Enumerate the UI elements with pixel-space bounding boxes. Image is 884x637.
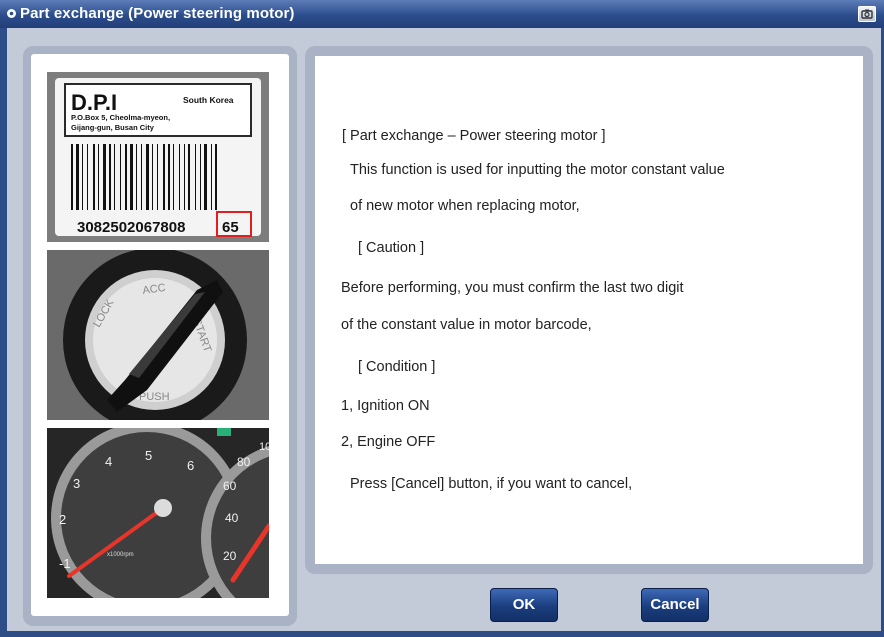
message-line: of the constant value in motor barcode, — [341, 317, 592, 333]
ignition-switch-photo: LOCK ACC START PUSH — [47, 250, 269, 420]
tacho-tick: 3 — [73, 476, 80, 491]
message-box: [ Part exchange – Power steering motor ]… — [315, 56, 863, 564]
speedo-tick: 40 — [225, 511, 239, 525]
barcode-bar — [141, 144, 142, 210]
barcode-bar — [163, 144, 165, 210]
barcode-bar — [93, 144, 95, 210]
barcode-bar — [103, 144, 106, 210]
barcode-bar — [146, 144, 149, 210]
tacho-unit: x1000rpm — [107, 552, 134, 558]
barcode-bar — [120, 144, 121, 210]
barcode-bar — [173, 144, 174, 210]
barcode-bar — [204, 144, 207, 210]
speedo-tick: 20 — [223, 549, 237, 563]
barcode-bar — [157, 144, 158, 210]
barcode-bar — [125, 144, 127, 210]
barcode-bar — [82, 144, 83, 210]
condition-item: 2, Engine OFF — [341, 434, 436, 450]
message-line: Before performing, you must confirm the … — [341, 280, 684, 296]
barcode-bar — [87, 144, 88, 210]
part-exchange-dialog: Part exchange (Power steering motor) D.P… — [0, 0, 884, 637]
dialog-body: D.P.I South Korea P.O.Box 5, Cheolma-mye… — [7, 28, 881, 631]
barcode-bar — [130, 144, 133, 210]
barcode-bar — [168, 144, 170, 210]
tacho-tick: -1 — [59, 556, 71, 571]
caution-heading: [ Caution ] — [358, 240, 425, 256]
tacho-tick: 2 — [59, 512, 66, 527]
barcode-bar — [195, 144, 196, 210]
barcode-bar — [98, 144, 99, 210]
barcode-bar — [109, 144, 111, 210]
tacho-tick: 4 — [105, 454, 112, 469]
instrument-cluster-image: -1 2 3 4 5 6 x1000rpm 20 40 60 80 100 — [47, 428, 269, 598]
speedo-tick: 80 — [237, 455, 251, 469]
gear-icon — [7, 9, 16, 18]
window-title: Part exchange (Power steering motor) — [20, 5, 295, 22]
ok-button[interactable]: OK — [490, 588, 558, 622]
barcode-bar — [211, 144, 212, 210]
ignition-push-text: PUSH — [139, 391, 170, 403]
condition-heading: [ Condition ] — [358, 359, 436, 375]
barcode-bar — [179, 144, 180, 210]
tacho-tick: 5 — [145, 448, 152, 463]
condition-item: 1, Ignition ON — [341, 398, 430, 414]
barcode-bar — [76, 144, 79, 210]
barcode-bar — [215, 144, 217, 210]
barcode-number: 3082502067808 — [77, 219, 185, 236]
barcode-bar — [188, 144, 190, 210]
label-country: South Korea — [183, 95, 234, 105]
barcode-label-photo: D.P.I South Korea P.O.Box 5, Cheolma-mye… — [47, 72, 269, 242]
speedo-tick: 100 — [259, 441, 269, 453]
message-line: of new motor when replacing motor, — [350, 198, 580, 214]
camera-icon — [861, 9, 873, 19]
barcode-number-highlight: 65 — [222, 219, 239, 236]
tacho-tick: 6 — [187, 458, 194, 473]
label-address-2: Gijang-gun, Busan City — [71, 123, 155, 132]
ignition-switch-image: LOCK ACC START PUSH — [47, 250, 269, 420]
screenshot-button[interactable] — [858, 6, 876, 22]
instrument-cluster-photo: -1 2 3 4 5 6 x1000rpm 20 40 60 80 100 — [47, 428, 269, 598]
message-panel: [ Part exchange – Power steering motor ]… — [305, 46, 873, 574]
barcode-bar — [184, 144, 185, 210]
message-line: Press [Cancel] button, if you want to ca… — [350, 476, 633, 492]
label-brand: D.P.I — [71, 90, 117, 115]
barcode-bar — [71, 144, 73, 210]
label-address-1: P.O.Box 5, Cheolma-myeon, — [71, 113, 170, 122]
image-panel: D.P.I South Korea P.O.Box 5, Cheolma-mye… — [23, 46, 297, 626]
title-bar: Part exchange (Power steering motor) — [0, 0, 884, 28]
barcode-bar — [136, 144, 137, 210]
barcode-bar — [200, 144, 201, 210]
barcode-label-image: D.P.I South Korea P.O.Box 5, Cheolma-mye… — [47, 72, 269, 242]
image-panel-inner: D.P.I South Korea P.O.Box 5, Cheolma-mye… — [31, 54, 289, 616]
message-line: This function is used for inputting the … — [350, 162, 725, 178]
barcode-bar — [152, 144, 153, 210]
barcode-bar — [114, 144, 115, 210]
speedo-tick: 60 — [223, 479, 237, 493]
message-heading: [ Part exchange – Power steering motor ] — [342, 128, 606, 144]
indicator-light — [217, 428, 231, 436]
cancel-button[interactable]: Cancel — [641, 588, 709, 622]
